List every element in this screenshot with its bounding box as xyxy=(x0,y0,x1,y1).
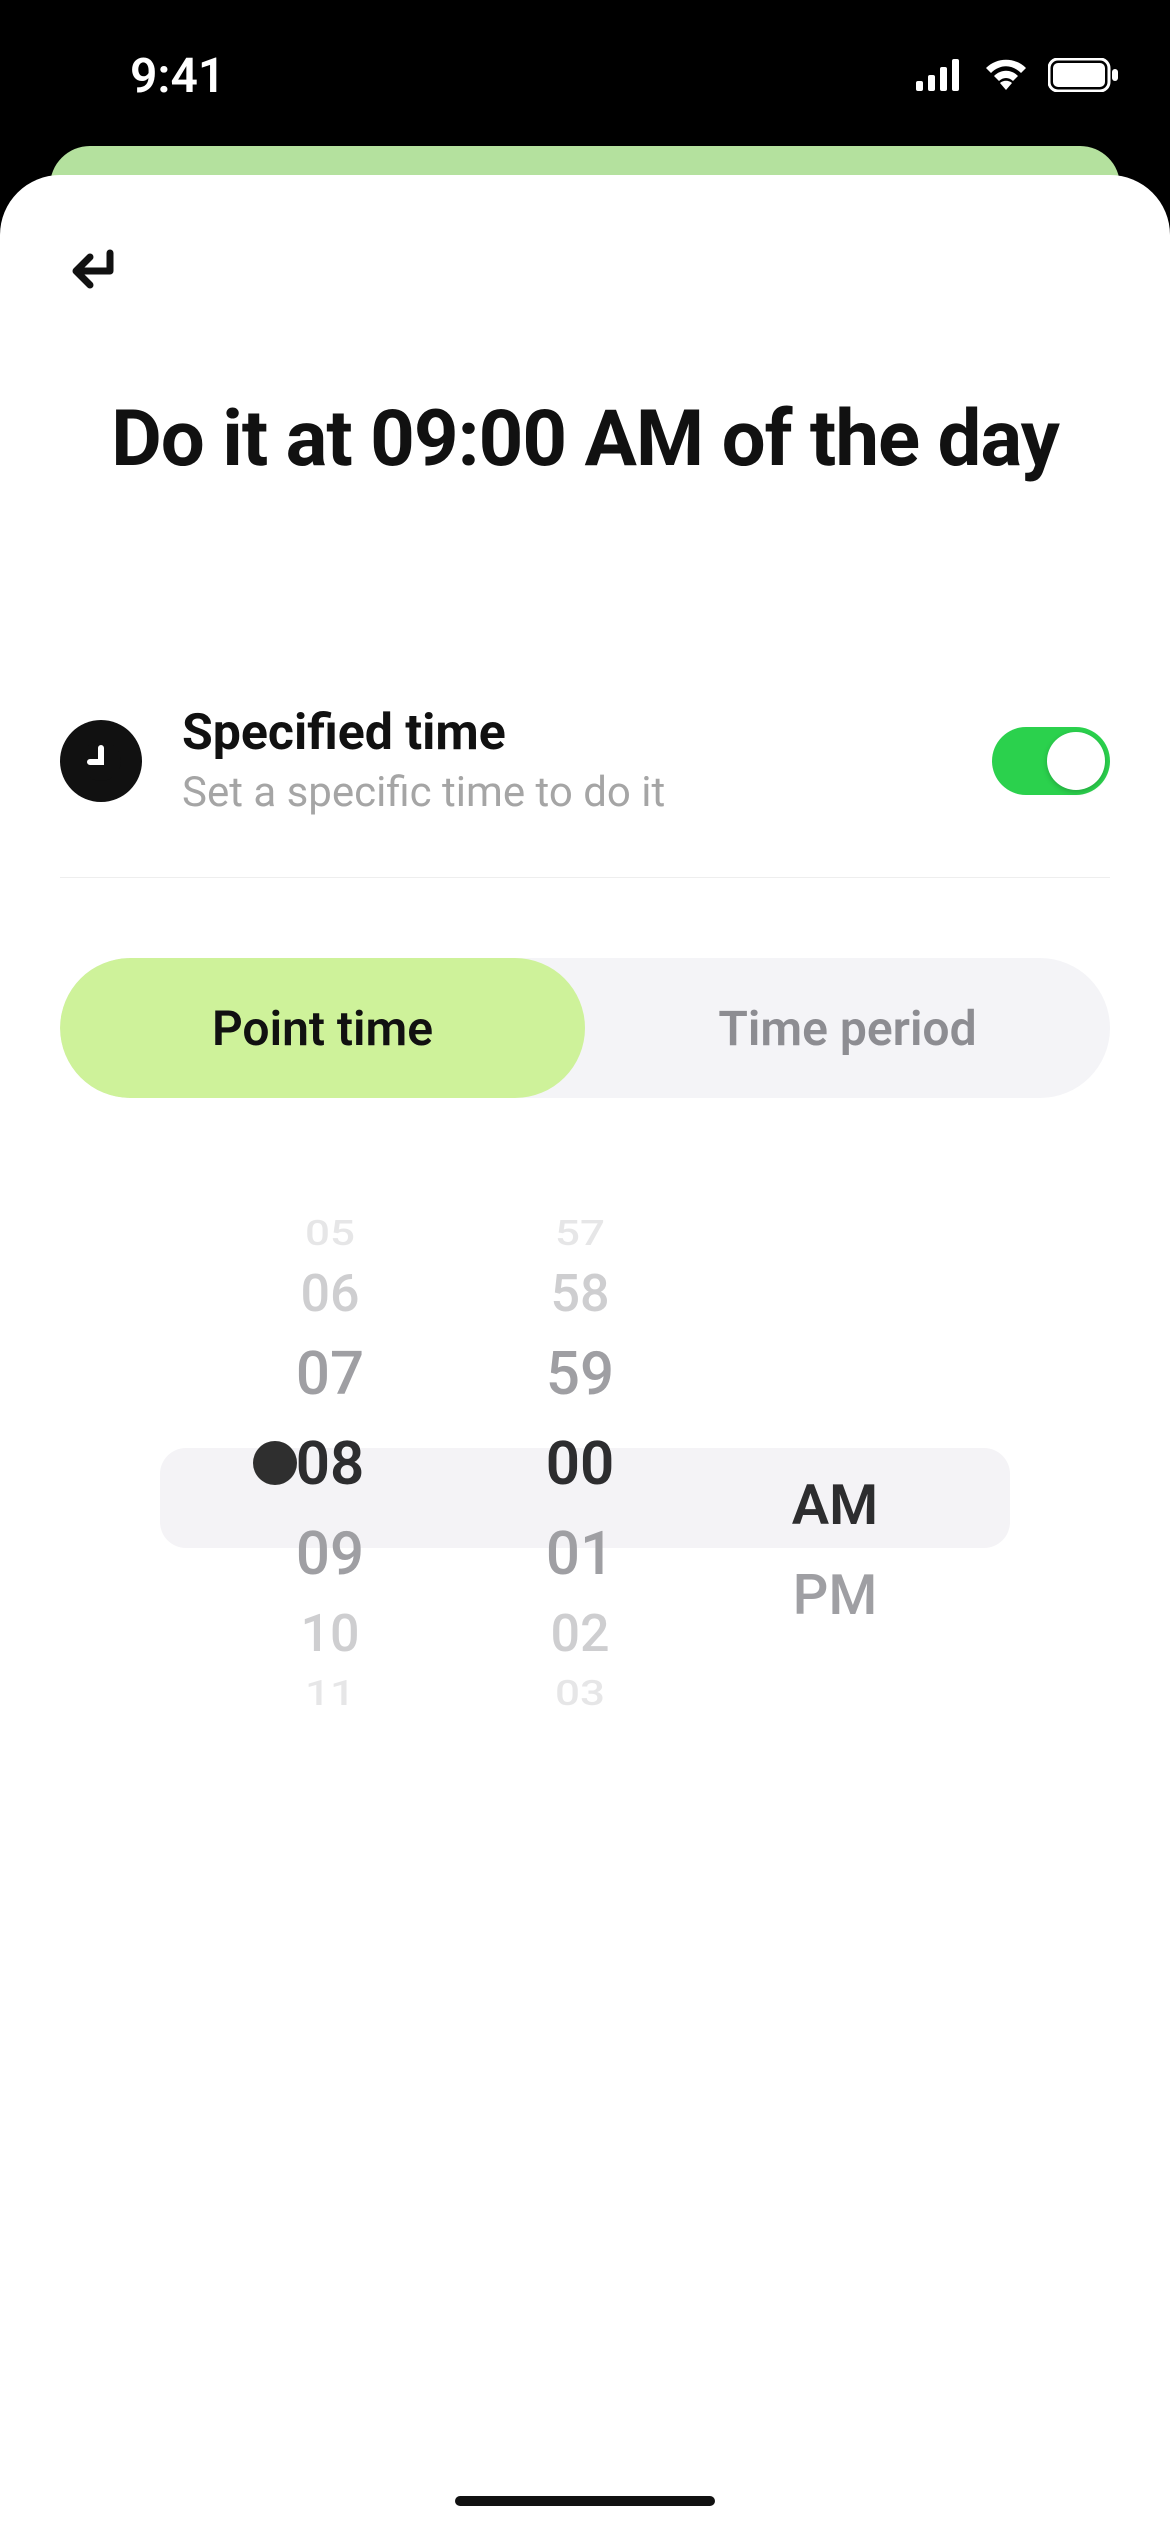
minute-option[interactable]: 02 xyxy=(515,1598,645,1668)
status-icons xyxy=(916,58,1120,92)
hour-value: 08 xyxy=(296,1428,365,1499)
home-indicator[interactable] xyxy=(455,2496,715,2506)
hour-option[interactable]: 06 xyxy=(265,1258,395,1328)
status-bar: 9:41 xyxy=(0,0,1170,150)
hour-option[interactable]: 11 xyxy=(265,1673,395,1713)
specified-time-row: Specified time Set a specific time to do… xyxy=(60,704,1110,878)
specified-time-text: Specified time Set a specific time to do… xyxy=(182,704,952,817)
status-time: 9:41 xyxy=(130,47,225,104)
back-button[interactable] xyxy=(60,235,130,305)
minute-option-selected[interactable]: 00 xyxy=(515,1418,645,1508)
hour-wheel[interactable]: 05 06 07 08 09 10 11 xyxy=(265,1208,395,1718)
minute-option[interactable]: 03 xyxy=(515,1673,645,1713)
hour-option[interactable]: 07 xyxy=(265,1328,395,1418)
minute-option[interactable]: 59 xyxy=(515,1328,645,1418)
minute-option[interactable]: 01 xyxy=(515,1508,645,1598)
segment-time-period[interactable]: Time period xyxy=(585,958,1110,1098)
toggle-thumb xyxy=(1047,732,1105,790)
specified-time-toggle[interactable] xyxy=(992,727,1110,795)
back-arrow-icon xyxy=(64,239,126,301)
phone-frame: 9:41 Do xyxy=(0,0,1170,2532)
hour-option[interactable]: 10 xyxy=(265,1598,395,1668)
specified-time-label: Specified time xyxy=(182,704,952,762)
minute-option[interactable]: 58 xyxy=(515,1258,645,1328)
minute-wheel[interactable]: 57 58 59 00 01 02 03 xyxy=(515,1208,645,1718)
bottom-sheet: Do it at 09:00 AM of the day Specified t… xyxy=(0,175,1170,2532)
ampm-option-selected[interactable]: AM xyxy=(765,1460,905,1550)
specified-time-sub: Set a specific time to do it xyxy=(182,768,952,817)
page-title: Do it at 09:00 AM of the day xyxy=(60,385,1110,494)
ampm-option[interactable]: PM xyxy=(765,1550,905,1640)
hour-selection-dot-icon xyxy=(253,1441,297,1485)
time-mode-segmented: Point time Time period xyxy=(60,958,1110,1098)
segment-point-time[interactable]: Point time xyxy=(60,958,585,1098)
hour-option[interactable]: 05 xyxy=(265,1213,395,1253)
picker-columns: 05 06 07 08 09 10 11 57 58 59 00 0 xyxy=(265,1208,905,1758)
hour-option[interactable]: 09 xyxy=(265,1508,395,1598)
minute-option[interactable]: 57 xyxy=(515,1213,645,1253)
hour-option-selected[interactable]: 08 xyxy=(265,1418,395,1508)
cellular-icon xyxy=(916,59,964,91)
ampm-wheel[interactable]: AM PM xyxy=(765,1208,905,1640)
clock-badge xyxy=(60,720,142,802)
clock-icon xyxy=(78,738,124,784)
battery-icon xyxy=(1048,58,1120,92)
wifi-icon xyxy=(982,58,1030,92)
time-picker: 05 06 07 08 09 10 11 57 58 59 00 0 xyxy=(60,1208,1110,1758)
